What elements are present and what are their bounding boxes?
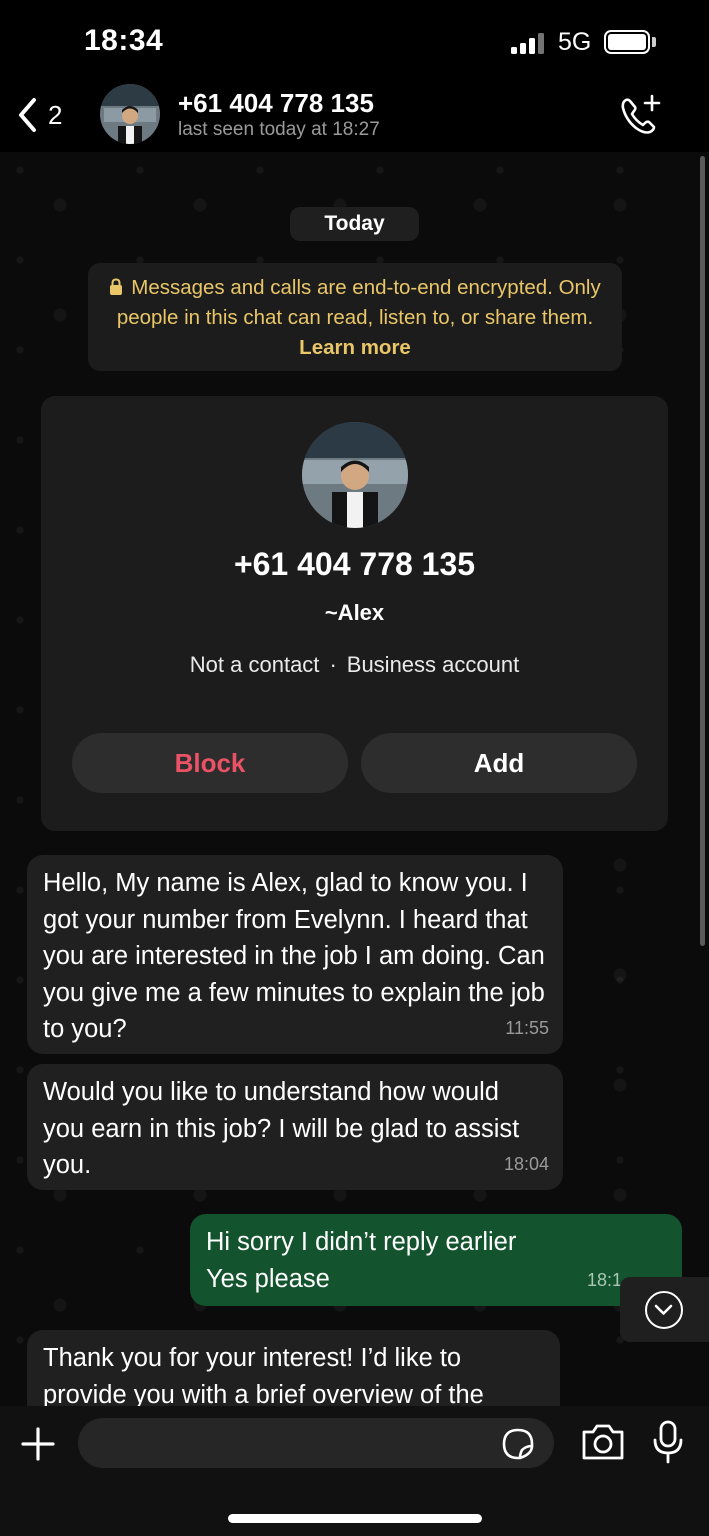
message-time: 11:55 (505, 1017, 549, 1038)
input-bar (0, 1406, 709, 1536)
contact-status: Not a contact (189, 652, 320, 677)
back-unread-count: 2 (48, 99, 63, 130)
outgoing-message[interactable]: Hi sorry I didn’t reply earlier Yes plea… (190, 1214, 682, 1306)
block-button[interactable]: Block (72, 733, 348, 793)
card-phone: +61 404 778 135 (233, 546, 476, 582)
account-type: Business account (346, 652, 520, 677)
avatar[interactable] (100, 84, 160, 144)
incoming-message[interactable]: Hello, My name is Alex, glad to know you… (27, 855, 563, 1054)
scroll-down-button[interactable] (620, 1277, 709, 1342)
battery-icon (604, 30, 650, 54)
call-button[interactable] (616, 92, 664, 140)
camera-button[interactable] (580, 1422, 626, 1462)
sticker-button[interactable] (502, 1428, 534, 1460)
contact-card: +61 404 778 135 ~Alex Not a contact · Busi… (41, 396, 668, 831)
plus-icon (21, 1427, 55, 1461)
lock-icon (110, 278, 123, 295)
contact-name[interactable]: +61 404 778 135 (178, 88, 374, 119)
message-text: Would you like to understand how would y… (43, 1078, 520, 1179)
signal-icon (511, 32, 547, 54)
card-name: ~Alex (324, 600, 385, 625)
attach-button[interactable] (20, 1426, 56, 1462)
network-label: 5G (558, 28, 592, 56)
message-time: 18:04 (503, 1153, 549, 1174)
message-input[interactable] (78, 1418, 554, 1468)
status-time: 18:34 (84, 24, 164, 57)
encryption-notice[interactable]: Messages and calls are end-to-end encryp… (88, 263, 622, 371)
mic-icon (653, 1420, 683, 1464)
chat-header: 2 +61 404 778 135 last seen today at 18:… (0, 80, 709, 152)
card-meta: Not a contact · Business account (189, 652, 520, 677)
message-text: Hello, My name is Alex, glad to know you… (43, 869, 545, 1043)
scrollbar[interactable] (700, 156, 705, 946)
status-bar: 18:34 5G (0, 0, 709, 80)
contact-avatar[interactable] (302, 422, 408, 528)
sticker-icon (502, 1428, 534, 1460)
camera-icon (582, 1424, 624, 1460)
home-indicator (228, 1514, 482, 1523)
learn-more-link[interactable]: Learn more (299, 336, 411, 359)
battery-tip (652, 37, 656, 47)
incoming-message[interactable]: Would you like to understand how would y… (27, 1064, 563, 1190)
last-seen: last seen today at 18:27 (178, 119, 380, 140)
back-button[interactable]: 2 (16, 92, 62, 138)
back-chevron-icon (19, 98, 36, 132)
call-add-icon (621, 94, 661, 134)
message-time: 18:1 (586, 1269, 622, 1290)
mic-button[interactable] (652, 1420, 684, 1464)
encryption-text: Messages and calls are end-to-end encryp… (116, 276, 601, 329)
add-button[interactable]: Add (361, 733, 637, 793)
scroll-down-icon (645, 1291, 683, 1329)
date-separator: Today (290, 207, 419, 241)
message-text: Thank you for your interest! I’d like to… (43, 1344, 484, 1409)
